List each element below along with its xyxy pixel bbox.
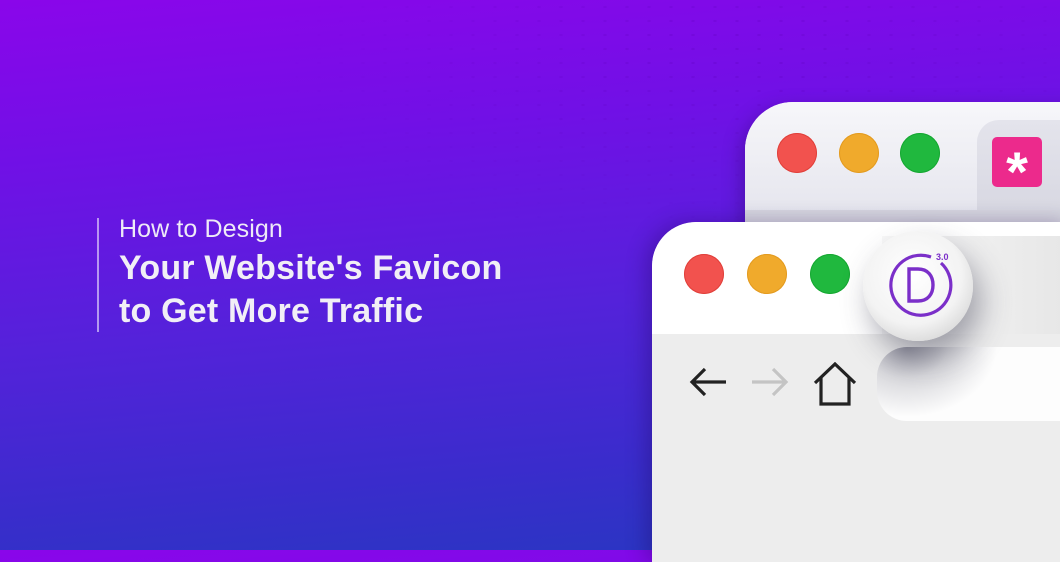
headline-title: Your Website's Favicon to Get More Traff… xyxy=(119,247,502,333)
back-close-button[interactable] xyxy=(777,133,817,173)
back-maximize-button[interactable] xyxy=(900,133,940,173)
headline-title-line-1: Your Website's Favicon xyxy=(119,249,503,287)
headline-block: How to Design Your Website's Favicon to … xyxy=(97,215,502,333)
divi-favicon-bubble: 3.0 xyxy=(863,231,973,341)
asterisk-icon: * xyxy=(992,137,1042,203)
front-browser-window xyxy=(652,222,1060,562)
headline-kicker: How to Design xyxy=(119,215,283,243)
front-maximize-button[interactable] xyxy=(810,254,850,294)
back-minimize-button[interactable] xyxy=(839,133,879,173)
front-minimize-button[interactable] xyxy=(747,254,787,294)
front-close-button[interactable] xyxy=(684,254,724,294)
arrow-right-icon[interactable] xyxy=(750,366,790,398)
address-bar[interactable] xyxy=(877,347,1060,421)
divi-version-label: 3.0 xyxy=(936,252,949,262)
divi-logo-icon: 3.0 xyxy=(889,252,953,317)
arrow-left-icon[interactable] xyxy=(688,366,728,398)
home-icon[interactable] xyxy=(812,362,858,406)
headline-title-line-2: to Get More Traffic xyxy=(119,292,424,330)
